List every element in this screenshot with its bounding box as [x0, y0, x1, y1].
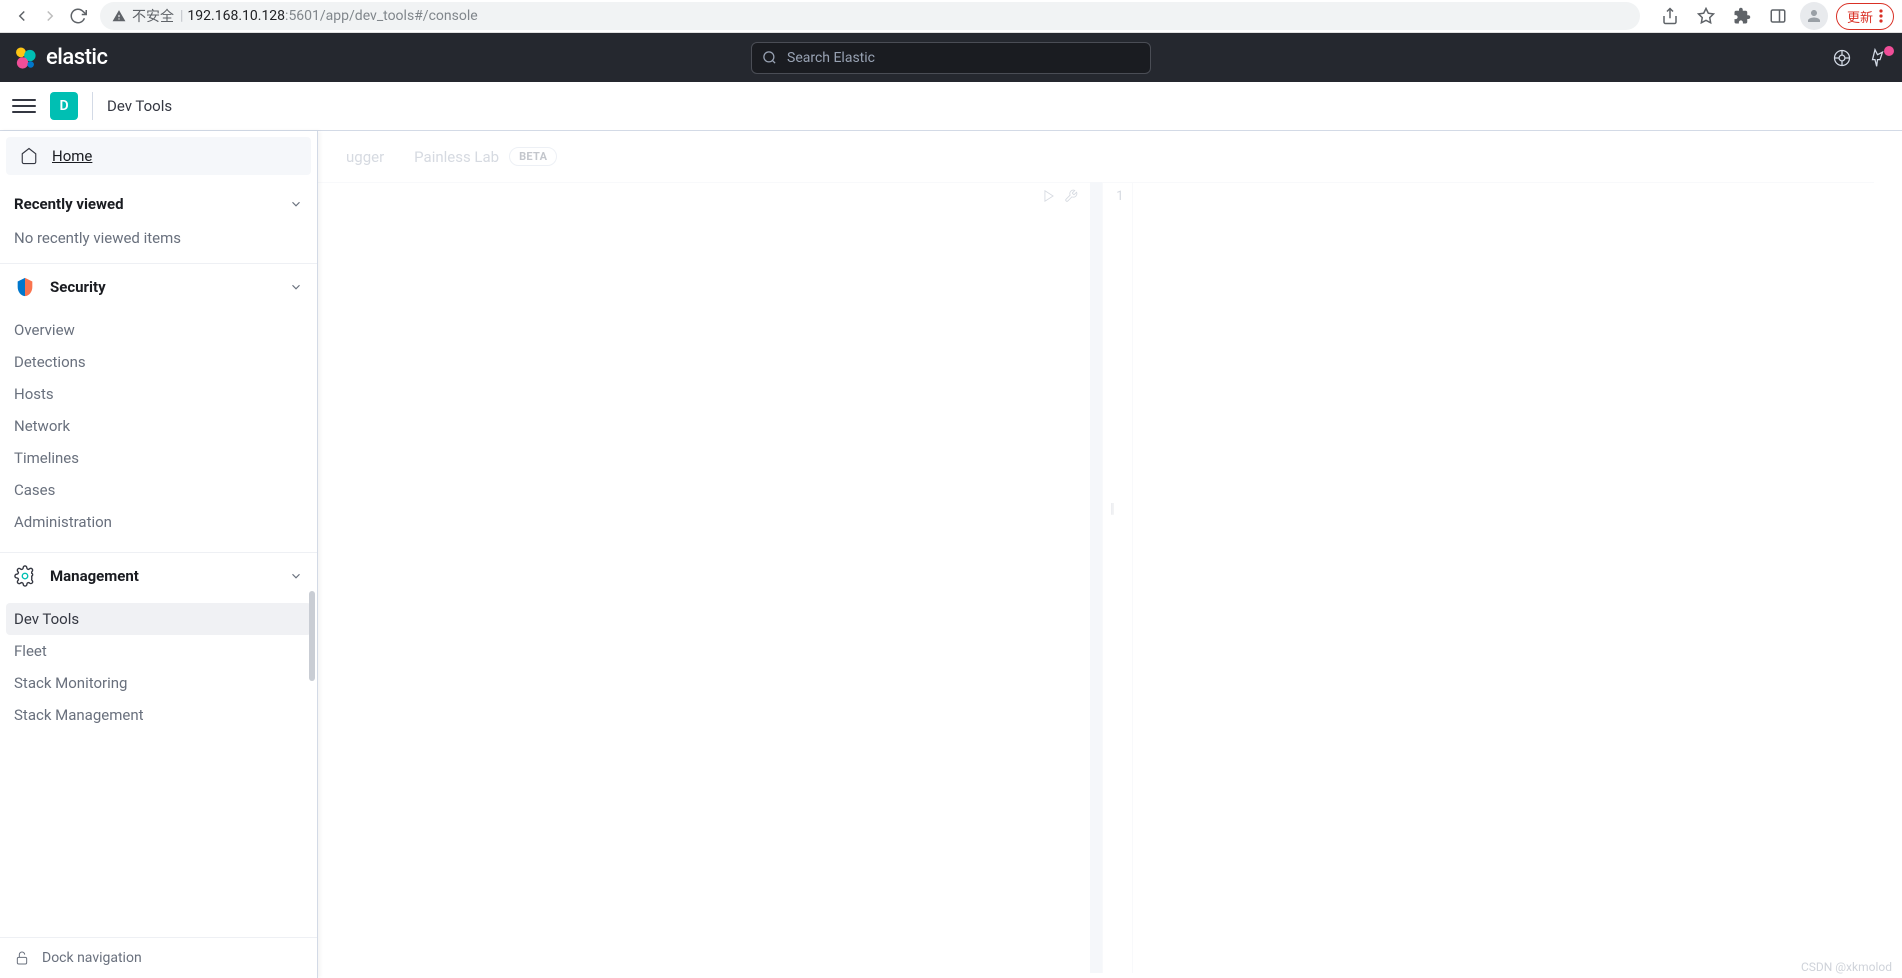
nav-scroll[interactable]: Home Recently viewed No recently viewed …: [0, 131, 317, 937]
sub-header: D Dev Tools: [0, 82, 1902, 131]
dock-label: Dock navigation: [42, 950, 142, 966]
app-header: elastic: [0, 33, 1902, 82]
nav-toggle-button[interactable]: [12, 94, 36, 118]
security-header[interactable]: Security: [0, 264, 317, 310]
bookmark-star-icon[interactable]: [1692, 2, 1720, 30]
lock-open-icon: [14, 950, 30, 966]
search-input[interactable]: [787, 50, 1140, 66]
sidebar-item-hosts[interactable]: Hosts: [6, 378, 311, 410]
security-icon: [14, 276, 36, 298]
chevron-down-icon: [289, 280, 303, 294]
notification-dot: [1884, 46, 1894, 56]
header-actions: [1832, 48, 1890, 68]
elastic-logo-text: elastic: [46, 45, 108, 70]
line-number: 1: [1103, 183, 1133, 973]
search-icon: [762, 50, 777, 65]
share-icon[interactable]: [1656, 2, 1684, 30]
browser-toolbar: 不安全 | 192.168.10.128:5601/app/dev_tools#…: [0, 0, 1902, 33]
not-secure-label: 不安全: [132, 6, 174, 26]
update-button[interactable]: 更新: [1836, 3, 1894, 30]
sidebar-item-dev-tools[interactable]: Dev Tools: [6, 603, 311, 635]
sidebar-item-stack-monitoring[interactable]: Stack Monitoring: [6, 667, 311, 699]
home-label: Home: [52, 147, 92, 165]
tabs-row: ugger Painless Lab BETA: [318, 131, 1902, 182]
elastic-logo[interactable]: elastic: [12, 45, 108, 71]
help-icon[interactable]: [1832, 48, 1852, 68]
sidebar-item-administration[interactable]: Administration: [6, 506, 311, 538]
dock-navigation-button[interactable]: Dock navigation: [0, 937, 317, 978]
not-secure-indicator: 不安全 |: [112, 6, 183, 26]
console-editor: 1 ||: [318, 182, 1874, 973]
app-badge[interactable]: D: [50, 92, 78, 120]
side-nav: Home Recently viewed No recently viewed …: [0, 131, 318, 978]
elastic-logo-icon: [12, 45, 38, 71]
sidebar-item-home[interactable]: Home: [6, 137, 311, 175]
newsfeed-icon[interactable]: [1870, 48, 1890, 68]
address-bar[interactable]: 不安全 | 192.168.10.128:5601/app/dev_tools#…: [100, 2, 1640, 30]
sidebar-item-stack-management[interactable]: Stack Management: [6, 699, 311, 731]
management-title: Management: [50, 567, 139, 585]
beta-badge: BETA: [509, 147, 557, 166]
home-icon: [20, 147, 38, 165]
main-area: Home Recently viewed No recently viewed …: [0, 131, 1902, 978]
chevron-down-icon: [289, 569, 303, 583]
search-box[interactable]: [751, 42, 1151, 74]
security-title: Security: [50, 278, 106, 296]
sidebar-item-cases[interactable]: Cases: [6, 474, 311, 506]
no-recent-label: No recently viewed items: [0, 223, 317, 263]
play-icon[interactable]: [1042, 189, 1056, 203]
response-pane[interactable]: 1: [1102, 182, 1875, 973]
sidebar-item-fleet[interactable]: Fleet: [6, 635, 311, 667]
watermark: CSDN @xkmolod: [1801, 960, 1892, 974]
tab-grok-debugger[interactable]: ugger: [346, 148, 384, 166]
resize-handle[interactable]: ||: [1110, 501, 1113, 517]
recently-viewed-header[interactable]: Recently viewed: [0, 181, 317, 223]
wrench-icon[interactable]: [1064, 189, 1078, 203]
gear-icon: [14, 565, 36, 587]
editor-actions: [1042, 189, 1078, 203]
browser-actions: 更新: [1656, 2, 1894, 30]
breadcrumb: Dev Tools: [107, 97, 172, 115]
sidebar-item-network[interactable]: Network: [6, 410, 311, 442]
chevron-down-icon: [289, 197, 303, 211]
warning-icon: [112, 9, 126, 23]
url-text: 192.168.10.128:5601/app/dev_tools#/conso…: [187, 8, 477, 24]
side-panel-icon[interactable]: [1764, 2, 1792, 30]
editor-gutter[interactable]: [1090, 182, 1102, 973]
tab-painless-lab[interactable]: Painless Lab: [414, 148, 499, 166]
security-items: Overview Detections Hosts Network Timeli…: [0, 310, 317, 552]
management-items: Dev Tools Fleet Stack Monitoring Stack M…: [0, 599, 317, 745]
recently-viewed-title: Recently viewed: [14, 195, 124, 213]
profile-avatar-icon[interactable]: [1800, 2, 1828, 30]
forward-button[interactable]: [36, 2, 64, 30]
request-pane[interactable]: [318, 182, 1090, 973]
global-search: [751, 42, 1151, 74]
scrollbar-thumb[interactable]: [309, 591, 315, 681]
back-button[interactable]: [8, 2, 36, 30]
update-label: 更新: [1847, 7, 1873, 26]
sidebar-item-overview[interactable]: Overview: [6, 314, 311, 346]
content-area: ugger Painless Lab BETA 1 ||: [318, 131, 1902, 978]
extensions-icon[interactable]: [1728, 2, 1756, 30]
reload-button[interactable]: [64, 2, 92, 30]
kebab-icon: [1879, 9, 1883, 23]
divider: [92, 92, 93, 120]
sidebar-item-detections[interactable]: Detections: [6, 346, 311, 378]
sidebar-item-timelines[interactable]: Timelines: [6, 442, 311, 474]
management-header[interactable]: Management: [0, 553, 317, 599]
